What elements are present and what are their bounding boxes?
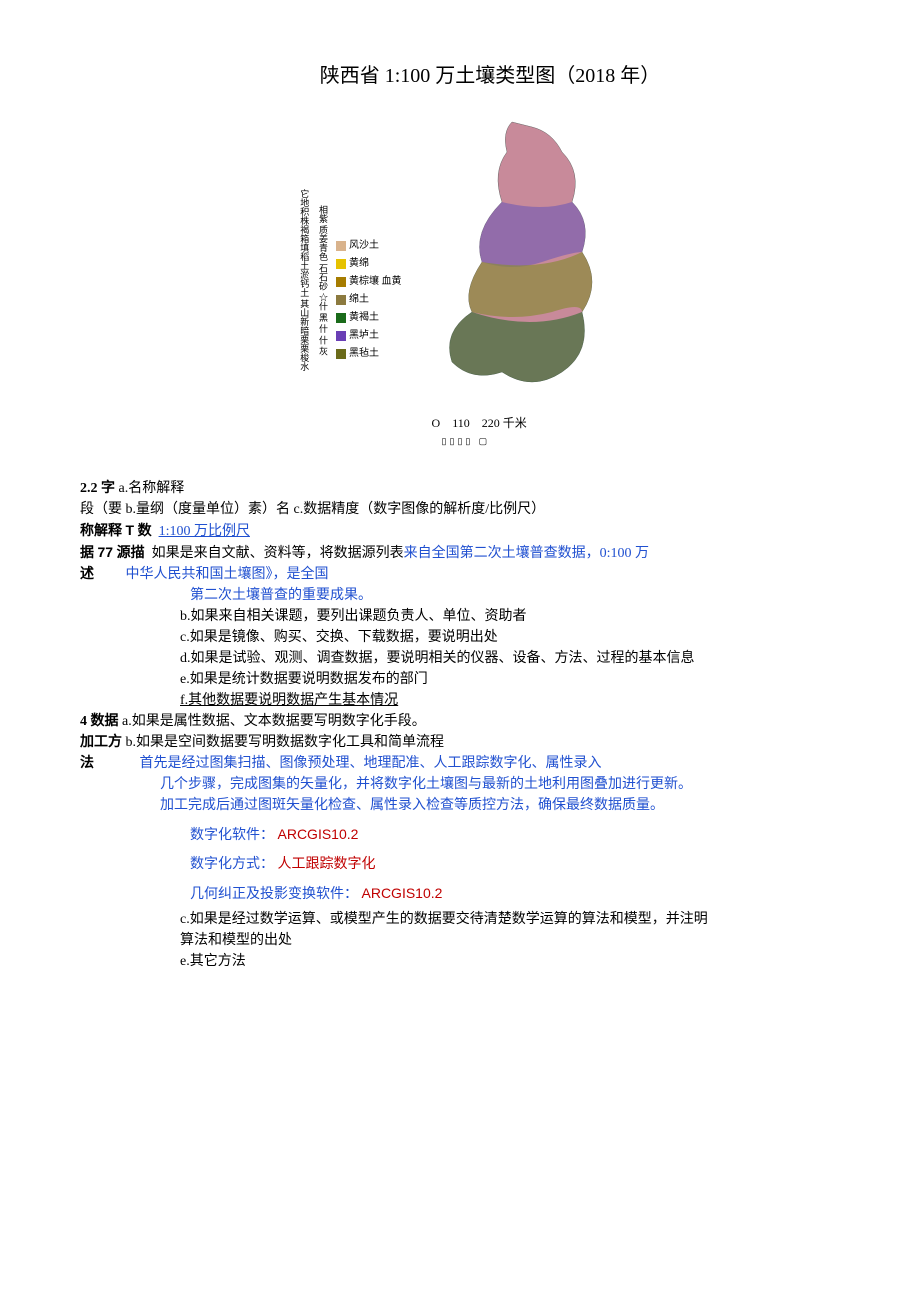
- software-name: ARCGIS10.2: [278, 826, 359, 842]
- text: 中华人民共和国土壤图》，是全国: [126, 567, 329, 582]
- text: e.其它方法: [80, 951, 840, 972]
- text: a.如果是属性数据、文本数据要写明数字化手段。: [122, 714, 426, 729]
- legend-item: 黄褐土: [349, 310, 379, 326]
- software-name: ARCGIS10.2: [362, 885, 443, 901]
- legend-item: 绵土: [349, 292, 369, 308]
- text: 第二次土壤普查的重要成果。: [190, 588, 372, 603]
- legend-item: 黄绵: [349, 256, 369, 272]
- section-heading: 2.2 字: [80, 481, 115, 496]
- text: 数: [138, 524, 152, 539]
- text: 称解释: [80, 524, 122, 539]
- text: f.其他数据要说明数据产生基本情况: [80, 690, 840, 711]
- legend-vertical-text-2: 相紫 质姜青色 石石砂 ☆什 黑 什 什 灰: [317, 205, 328, 356]
- text: T: [126, 522, 135, 538]
- document-title: 陕西省 1:100 万土壤类型图（2018 年）: [140, 60, 840, 92]
- text: 人工跟踪数字化: [278, 857, 376, 872]
- text: 如果是来自文献、资料等，将数据源列表: [152, 546, 404, 561]
- text: b.如果是空间数据要写明数据数字化工具和简单流程: [126, 735, 445, 750]
- text: 首先是经过图集扫描、图像预处理、地理配准、人工跟踪数字化、属性录入: [140, 756, 602, 771]
- text: c.如果是镜像、购买、交换、下载数据，要说明出处: [80, 627, 840, 648]
- legend-item: 风沙土: [349, 238, 379, 254]
- map-figure: 它地积株褐箱填稻土淤钙土 其山新暗栗栗梭水 相紫 质姜青色 石石砂 ☆什 黑 什…: [80, 112, 840, 448]
- map-legend: 风沙土 黄绵 黄棕壤 血黄 绵土 黄褐土 黑垆土 黑毡土: [336, 198, 402, 362]
- text: c.如果是经过数学运算、或模型产生的数据要交待清楚数学运算的算法和模型，并注明: [80, 909, 840, 930]
- legend-vertical-text-1: 它地积株褐箱填稻土淤钙土 其山新暗栗栗梭水: [298, 189, 309, 371]
- text: a.名称解释: [119, 481, 185, 496]
- text: 述: [80, 567, 94, 582]
- legend-item: 黑毡土: [349, 346, 379, 362]
- section-heading: 4 数据: [80, 714, 119, 729]
- scale-value: 1:100 万比例尺: [159, 524, 250, 539]
- text: 据: [80, 546, 94, 561]
- text: d.如果是试验、观测、调查数据，要说明相关的仪器、设备、方法、过程的基本信息: [80, 648, 840, 669]
- text: 数字化软件：: [190, 828, 274, 843]
- text: 加工完成后通过图斑矢量化检查、属性录入检查等质控方法，确保最终数据质量。: [80, 795, 840, 816]
- text: 来自全国第二次土壤普查数据，0:100 万: [404, 546, 649, 561]
- text: e.如果是统计数据要说明数据发布的部门: [80, 669, 840, 690]
- text: 法: [80, 756, 94, 771]
- map-svg: O 110 220 千米 ▯▯▯▯ ▢: [412, 112, 622, 448]
- text: 段（要 b.量纲（度量单位）素）名 c.数据精度（数字图像的解析度/比例尺）: [80, 499, 840, 520]
- text: b.如果来自相关课题，要列出课题负责人、单位、资助者: [80, 606, 840, 627]
- text: 77: [98, 544, 114, 560]
- legend-item: 黑垆土: [349, 328, 379, 344]
- legend-item: 黄棕壤 血黄: [349, 274, 402, 290]
- scale-bar: O 110 220 千米 ▯▯▯▯ ▢: [412, 414, 622, 448]
- text: 算法和模型的出处: [80, 930, 840, 951]
- text: 数字化方式：: [190, 857, 274, 872]
- text: 几何纠正及投影变换软件：: [190, 887, 358, 902]
- text: 加工方: [80, 735, 122, 750]
- text: 几个步骤，完成图集的矢量化，并将数字化土壤图与最新的土地利用图叠加进行更新。: [80, 774, 840, 795]
- text: 源描: [117, 546, 145, 561]
